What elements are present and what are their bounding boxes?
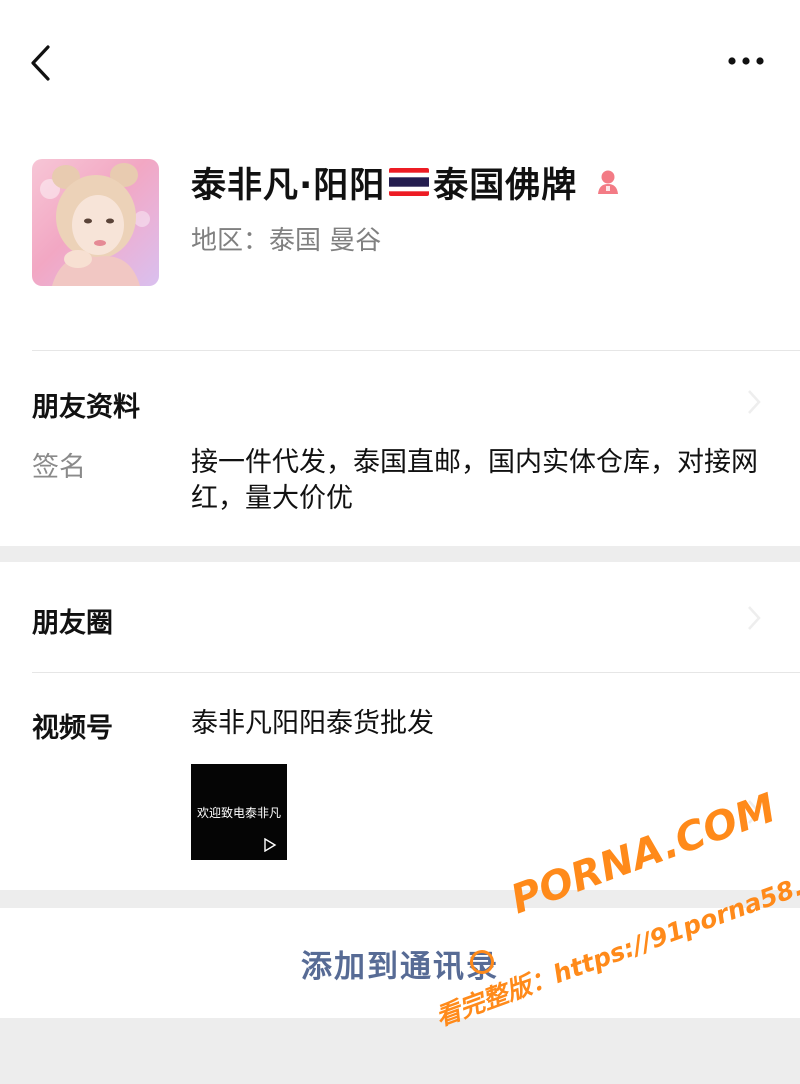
add-to-contacts-label: 添加到通讯录 bbox=[301, 948, 499, 985]
section-gap bbox=[0, 890, 800, 908]
profile-header: 泰非凡·阳阳 泰国佛牌 地区：泰国 曼谷 bbox=[0, 140, 800, 350]
signature-value: 接一件代发，泰国直邮，国内实体仓库，对接网红，量大价优 bbox=[191, 447, 758, 514]
add-to-contacts-button[interactable]: 添加到通讯录 bbox=[0, 908, 800, 1018]
profile-name-part2: 泰国佛牌 bbox=[433, 165, 578, 206]
channel-video-thumbnail[interactable]: 欢迎致电泰非凡 bbox=[191, 764, 287, 860]
female-gender-icon bbox=[598, 170, 619, 194]
avatar[interactable] bbox=[32, 159, 159, 286]
back-button[interactable] bbox=[26, 38, 66, 88]
more-button[interactable] bbox=[726, 45, 770, 75]
friend-info-title: 朋友资料 bbox=[32, 392, 140, 423]
moments-title[interactable]: 朋友圈 bbox=[32, 601, 113, 640]
channel-name[interactable]: 泰非凡阳阳泰货批发 bbox=[191, 706, 766, 742]
profile-region: 地区：泰国 曼谷 bbox=[191, 226, 382, 256]
thailand-flag-icon bbox=[389, 168, 430, 196]
divider bbox=[32, 350, 800, 351]
chevron-right-icon[interactable] bbox=[746, 604, 762, 632]
divider bbox=[32, 672, 800, 673]
top-bar bbox=[0, 0, 800, 120]
section-gap bbox=[0, 546, 800, 562]
chevron-right-icon[interactable] bbox=[746, 388, 762, 416]
signature-label: 签名 bbox=[32, 452, 86, 483]
chevron-right-icon[interactable] bbox=[746, 798, 762, 826]
video-caption: 欢迎致电泰非凡 bbox=[196, 806, 281, 820]
profile-name-row: 泰非凡·阳阳 泰国佛牌 bbox=[191, 160, 623, 206]
more-dots-icon bbox=[728, 57, 764, 65]
bottom-area bbox=[0, 1018, 800, 1084]
avatar-portrait-icon bbox=[40, 163, 150, 286]
back-arrow-icon bbox=[31, 45, 50, 81]
play-icon bbox=[264, 838, 277, 852]
profile-name-part1: 泰非凡·阳阳 bbox=[191, 165, 386, 206]
channels-title: 视频号 bbox=[32, 713, 113, 744]
